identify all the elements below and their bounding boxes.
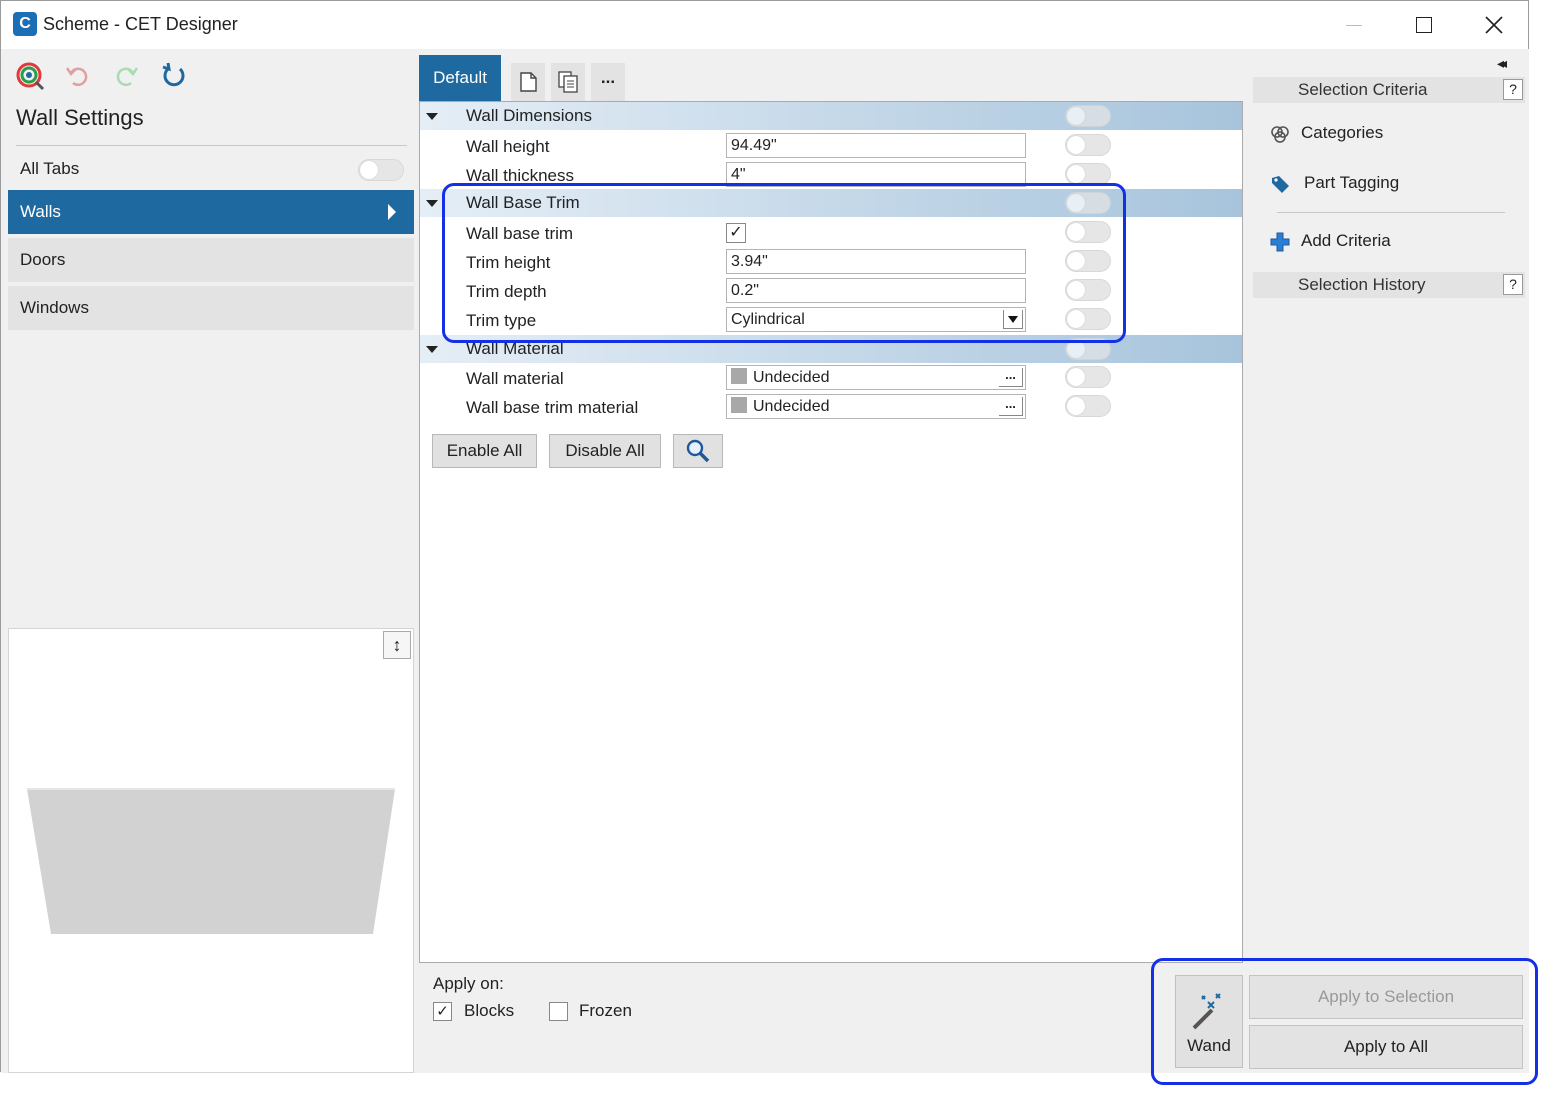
categories-label: Categories xyxy=(1301,123,1384,142)
wall-thickness-toggle[interactable] xyxy=(1065,163,1111,185)
frozen-label: Frozen xyxy=(579,1001,632,1020)
group-toggle[interactable] xyxy=(1065,105,1111,127)
right-panel: ◂◂ Selection Criteria ? Categories Part … xyxy=(1245,49,1529,1073)
plus-icon xyxy=(1270,232,1290,252)
collapse-arrow-icon xyxy=(426,200,438,207)
property-row: Wall material Undecided ... xyxy=(420,363,1242,392)
property-row: Wall base trim material Undecided ... xyxy=(420,392,1242,421)
left-panel: Wall Settings All Tabs Walls Doors Windo… xyxy=(1,49,417,1073)
wall-height-toggle[interactable] xyxy=(1065,134,1111,156)
query-icon xyxy=(16,62,45,91)
collapse-arrow-icon xyxy=(426,113,438,120)
nav-item-walls[interactable]: Walls xyxy=(8,190,414,234)
redo-button[interactable] xyxy=(111,61,141,91)
wall-height-input[interactable]: 94.49" xyxy=(726,133,1026,158)
nav-item-windows[interactable]: Windows xyxy=(8,286,414,330)
search-button[interactable] xyxy=(673,434,723,468)
property-row: Wall height 94.49" xyxy=(420,131,1242,160)
wall-preview-shape xyxy=(27,788,395,934)
minimize-icon xyxy=(1346,24,1362,26)
nav-item-label: Doors xyxy=(20,250,66,269)
wall-material-label: Wall material xyxy=(466,369,564,388)
title-bar: C Scheme - CET Designer xyxy=(1,1,1528,49)
base-trim-material-field[interactable]: Undecided ... xyxy=(726,394,1026,419)
chevron-right-icon xyxy=(388,204,396,220)
frozen-checkbox[interactable] xyxy=(549,1002,568,1021)
group-title: Wall Dimensions xyxy=(466,106,592,125)
collapse-panel-icon[interactable]: ◂◂ xyxy=(1497,55,1507,72)
all-tabs-label: All Tabs xyxy=(20,159,80,178)
group-wall-dimensions[interactable]: Wall Dimensions xyxy=(420,102,1242,130)
close-button[interactable] xyxy=(1471,9,1517,41)
enable-all-button[interactable]: Enable All xyxy=(432,434,537,468)
cet-logo-icon: C xyxy=(13,12,37,36)
app-window: C Scheme - CET Designer Wall Settings Al… xyxy=(0,0,1529,1073)
tag-icon xyxy=(1272,176,1289,193)
selection-history-title: Selection History xyxy=(1298,275,1426,294)
nav-item-label: Windows xyxy=(20,298,89,317)
base-trim-material-label: Wall base trim material xyxy=(466,398,639,417)
base-trim-material-toggle[interactable] xyxy=(1065,395,1111,417)
more-tabs-button[interactable]: ... xyxy=(591,63,625,101)
wall-material-toggle[interactable] xyxy=(1065,366,1111,388)
blocks-checkbox[interactable]: ✓ xyxy=(433,1002,452,1021)
tab-default[interactable]: Default xyxy=(419,55,501,101)
help-button[interactable]: ? xyxy=(1503,274,1523,295)
add-criteria-label: Add Criteria xyxy=(1301,231,1391,250)
collapse-arrow-icon xyxy=(426,346,438,353)
window-title: Scheme - CET Designer xyxy=(43,14,238,34)
browse-material-button[interactable]: ... xyxy=(999,397,1023,416)
highlight-box xyxy=(442,183,1126,343)
part-tagging-label: Part Tagging xyxy=(1304,173,1400,192)
disable-all-button[interactable]: Disable All xyxy=(549,434,661,468)
refresh-icon xyxy=(162,62,185,87)
refresh-button[interactable] xyxy=(159,61,189,91)
all-tabs-row: All Tabs xyxy=(8,149,414,189)
maximize-icon xyxy=(1416,17,1432,33)
selection-criteria-header: Selection Criteria ? xyxy=(1253,77,1525,103)
blocks-label: Blocks xyxy=(464,1001,515,1020)
nav-item-doors[interactable]: Doors xyxy=(8,238,414,282)
wall-preview: ↕ xyxy=(8,628,414,1073)
material-swatch xyxy=(731,368,747,384)
help-button[interactable]: ? xyxy=(1503,79,1523,100)
material-swatch xyxy=(731,397,747,413)
browse-material-button[interactable]: ... xyxy=(999,368,1023,387)
new-document-icon xyxy=(520,72,537,92)
query-tool-button[interactable] xyxy=(15,61,45,91)
wall-material-field[interactable]: Undecided ... xyxy=(726,365,1026,390)
selection-history-header: Selection History ? xyxy=(1253,272,1525,298)
settings-heading: Wall Settings xyxy=(16,105,144,130)
wall-height-label: Wall height xyxy=(466,137,550,156)
apply-on-label: Apply on: xyxy=(433,974,504,993)
new-tab-button[interactable] xyxy=(511,63,545,101)
all-tabs-toggle[interactable] xyxy=(358,159,404,181)
categories-icon xyxy=(1271,126,1289,143)
divider xyxy=(16,145,407,146)
undo-icon xyxy=(65,67,88,86)
redo-icon xyxy=(116,67,139,86)
selection-criteria-title: Selection Criteria xyxy=(1298,80,1428,99)
highlight-box xyxy=(1151,958,1538,1085)
nav-item-label: Walls xyxy=(20,202,61,221)
base-trim-material-value: Undecided xyxy=(753,398,830,415)
search-icon xyxy=(686,439,710,463)
undo-button[interactable] xyxy=(63,61,93,91)
copy-tab-button[interactable] xyxy=(551,63,585,101)
close-icon xyxy=(1485,16,1503,34)
divider xyxy=(1277,212,1505,213)
wall-material-value: Undecided xyxy=(753,369,830,386)
maximize-button[interactable] xyxy=(1401,9,1447,41)
minimize-button[interactable] xyxy=(1331,9,1377,41)
copy-document-icon xyxy=(558,71,578,93)
